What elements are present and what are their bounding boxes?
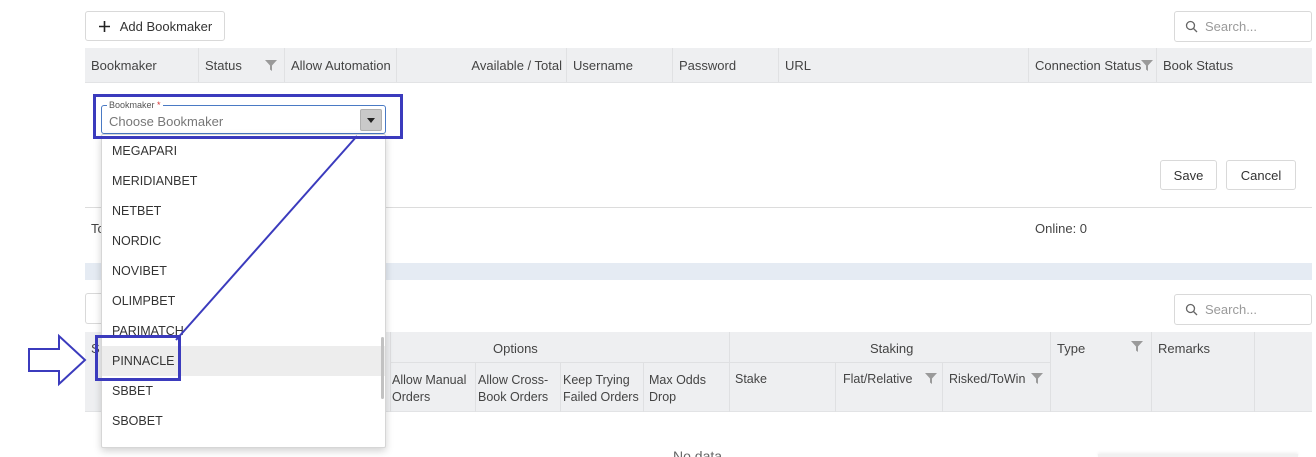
header-risked-towin[interactable]: Risked/ToWin (949, 372, 1025, 386)
dropdown-item[interactable]: NETBET (102, 196, 385, 226)
add-bookmaker-label: Add Bookmaker (119, 18, 213, 34)
filter-icon[interactable] (1031, 373, 1043, 384)
header-type[interactable]: Type (1057, 341, 1085, 356)
search-input[interactable]: Search... (1174, 11, 1312, 42)
rules-search-input[interactable]: Search... (1174, 294, 1312, 325)
dropdown-item[interactable]: SBOBET (102, 406, 385, 436)
header-allow-manual-orders[interactable]: Allow Manual Orders (392, 372, 472, 406)
dropdown-item[interactable]: MEGAPARI (102, 136, 385, 166)
scrollbar[interactable] (381, 337, 384, 399)
item-highlight-box (95, 335, 181, 381)
dropdown-item[interactable]: MERIDIANBET (102, 166, 385, 196)
header-keep-trying-failed-orders[interactable]: Keep Trying Failed Orders (563, 372, 641, 406)
dropdown-item[interactable]: OLIMPBET (102, 286, 385, 316)
search-icon (1185, 303, 1198, 316)
header-options: Options (493, 341, 538, 356)
no-data-text: No data (673, 448, 723, 457)
save-button[interactable]: Save (1160, 160, 1217, 190)
cancel-button[interactable]: Cancel (1226, 160, 1296, 190)
search-icon (1185, 20, 1198, 33)
dropdown-item[interactable]: NORDIC (102, 226, 385, 256)
header-allow-automation[interactable]: Allow Automation (285, 48, 397, 82)
filter-icon[interactable] (1131, 341, 1143, 352)
bookmakers-table-header: Bookmaker Status Allow Automation Availa… (85, 48, 1312, 83)
plus-icon (98, 20, 110, 32)
header-allow-cross-book-orders[interactable]: Allow Cross-Book Orders (478, 372, 558, 406)
header-remarks[interactable]: Remarks (1158, 341, 1210, 356)
header-flat-relative[interactable]: Flat/Relative (843, 372, 912, 386)
search-placeholder: Search... (1205, 19, 1258, 34)
add-bookmaker-button[interactable]: Add Bookmaker (85, 11, 225, 41)
field-highlight-box (93, 94, 403, 139)
online-count: Online: 0 (1035, 221, 1088, 236)
header-status[interactable]: Status (199, 48, 285, 82)
header-available-total[interactable]: Available / Total (397, 48, 567, 82)
header-stake[interactable]: Stake (735, 372, 767, 386)
header-url[interactable]: URL (779, 48, 1029, 82)
header-staking: Staking (870, 341, 914, 356)
search-placeholder: Search... (1205, 302, 1258, 317)
header-max-odds-drop[interactable]: Max Odds Drop (649, 372, 719, 406)
bookmaker-dropdown-list[interactable]: MEGAPARI MERIDIANBET NETBET NORDIC NOVIB… (101, 134, 386, 448)
pointer-arrow-icon (28, 333, 87, 387)
dropdown-item[interactable]: NOVIBET (102, 256, 385, 286)
filter-icon[interactable] (925, 373, 937, 384)
filter-icon[interactable] (1141, 60, 1153, 71)
filter-icon[interactable] (265, 60, 277, 71)
header-bookmaker[interactable]: Bookmaker (85, 48, 199, 82)
header-username[interactable]: Username (567, 48, 673, 82)
header-connection-status[interactable]: Connection Status (1029, 48, 1157, 82)
header-password[interactable]: Password (673, 48, 779, 82)
header-book-status[interactable]: Book Status (1157, 48, 1312, 82)
